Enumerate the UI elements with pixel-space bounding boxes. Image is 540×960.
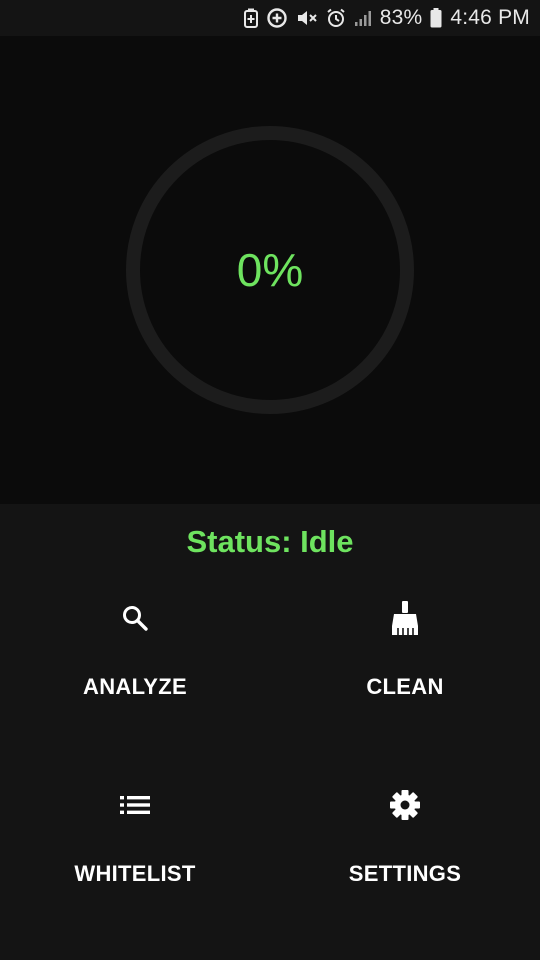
list-icon [0, 777, 270, 833]
status-icons: 83% 4:46 PM [243, 0, 530, 36]
signal-icon [354, 9, 372, 27]
progress-percent: 0% [236, 244, 304, 296]
clock: 4:46 PM [450, 6, 530, 29]
status-bar: 83% 4:46 PM [0, 0, 540, 36]
broom-icon [270, 590, 540, 646]
alarm-icon [326, 8, 346, 28]
battery-percent: 83% [379, 6, 423, 29]
settings-button[interactable]: SETTINGS [270, 777, 540, 957]
gear-icon [270, 777, 540, 833]
data-saver-icon [266, 7, 288, 29]
progress-panel: 0% [0, 36, 540, 504]
battery-saver-icon [243, 8, 258, 28]
clean-label: CLEAN [366, 674, 444, 699]
status-text: Status: Idle [186, 524, 354, 559]
analyze-button[interactable]: ANALYZE [0, 590, 270, 770]
whitelist-button[interactable]: WHITELIST [0, 777, 270, 957]
battery-icon [430, 8, 442, 28]
whitelist-label: WHITELIST [74, 861, 196, 886]
clean-button[interactable]: CLEAN [270, 590, 540, 770]
search-icon [0, 590, 270, 646]
settings-label: SETTINGS [348, 861, 462, 886]
mute-icon [296, 8, 318, 28]
analyze-label: ANALYZE [83, 674, 187, 699]
